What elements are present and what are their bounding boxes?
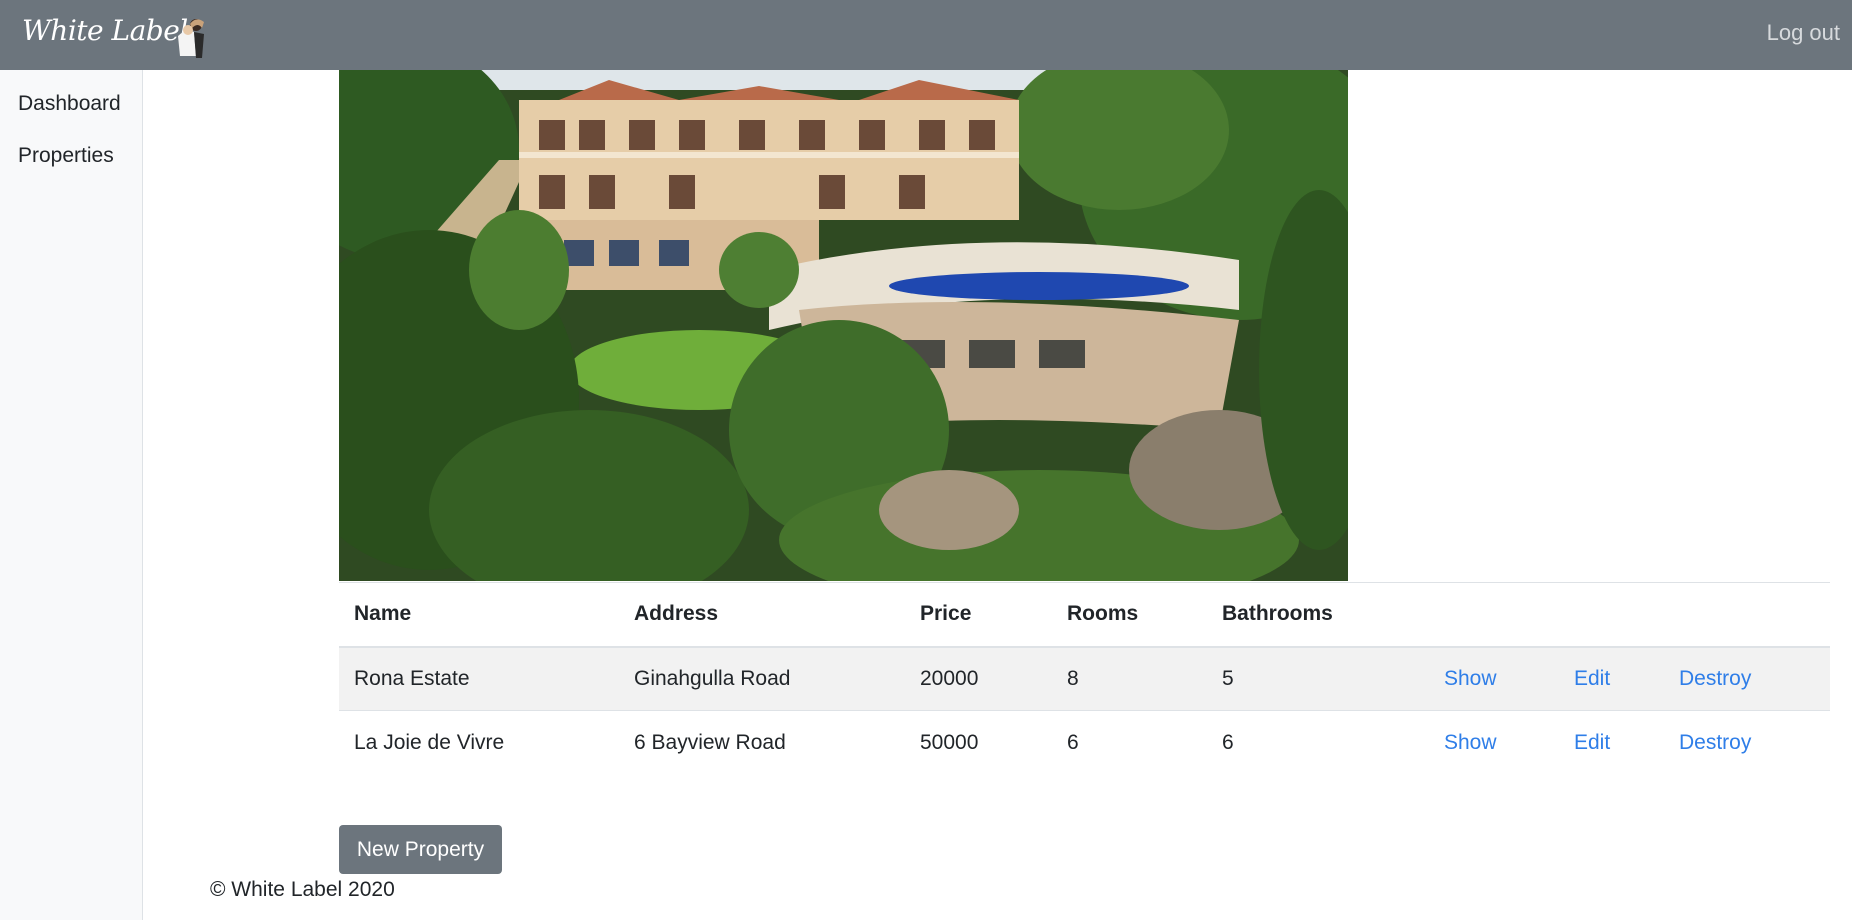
brand-title[interactable]: White Label xyxy=(22,14,188,47)
cell-bathrooms: 6 xyxy=(1222,730,1234,754)
cell-name: Rona Estate xyxy=(339,646,619,711)
cell-name: La Joie de Vivre xyxy=(354,730,505,754)
column-header-address: Address xyxy=(619,582,905,648)
cell-rooms: 6 xyxy=(1067,730,1079,754)
cell-address: 6 Bayview Road xyxy=(634,730,786,754)
cell-price: 50000 xyxy=(920,730,979,754)
logout-link[interactable]: Log out xyxy=(1767,20,1840,46)
cell-address: Ginahgulla Road xyxy=(619,646,905,711)
edit-link[interactable]: Edit xyxy=(1574,667,1610,690)
table-row: Rona Estate Ginahgulla Road 20000 8 5 Sh… xyxy=(339,646,1830,711)
top-navbar: White Label Log out xyxy=(0,0,1852,70)
property-hero-image xyxy=(339,70,1348,581)
sidebar-item-properties[interactable]: Properties xyxy=(18,144,114,168)
properties-table-container: Name Address Price Rooms Bathrooms Rona … xyxy=(339,582,1830,775)
footer-copyright: © White Label 2020 xyxy=(210,878,395,901)
column-header-bathrooms: Bathrooms xyxy=(1207,582,1429,648)
mansion-photo-icon xyxy=(339,70,1348,581)
column-header-rooms: Rooms xyxy=(1052,582,1207,648)
sidebar: Dashboard Properties xyxy=(0,70,143,920)
destroy-link[interactable]: Destroy xyxy=(1679,731,1751,754)
couple-logo-icon xyxy=(178,19,204,58)
new-property-button[interactable]: New Property xyxy=(339,825,502,874)
edit-link[interactable]: Edit xyxy=(1574,731,1610,754)
cell-price: 20000 xyxy=(905,646,1052,711)
column-header-actions-destroy xyxy=(1664,582,1830,648)
column-header-price: Price xyxy=(905,582,1052,648)
cell-bathrooms: 5 xyxy=(1207,646,1429,711)
table-row: La Joie de Vivre 6 Bayview Road 50000 6 … xyxy=(339,711,1830,775)
destroy-link[interactable]: Destroy xyxy=(1679,667,1751,690)
column-header-actions-edit xyxy=(1559,582,1664,648)
column-header-actions-show xyxy=(1429,582,1559,648)
cell-rooms: 8 xyxy=(1052,646,1207,711)
column-header-name: Name xyxy=(339,582,619,648)
properties-table: Name Address Price Rooms Bathrooms Rona … xyxy=(339,582,1830,775)
sidebar-item-dashboard[interactable]: Dashboard xyxy=(18,92,121,116)
table-header-row: Name Address Price Rooms Bathrooms xyxy=(339,582,1830,648)
show-link[interactable]: Show xyxy=(1444,731,1497,754)
show-link[interactable]: Show xyxy=(1444,667,1497,690)
